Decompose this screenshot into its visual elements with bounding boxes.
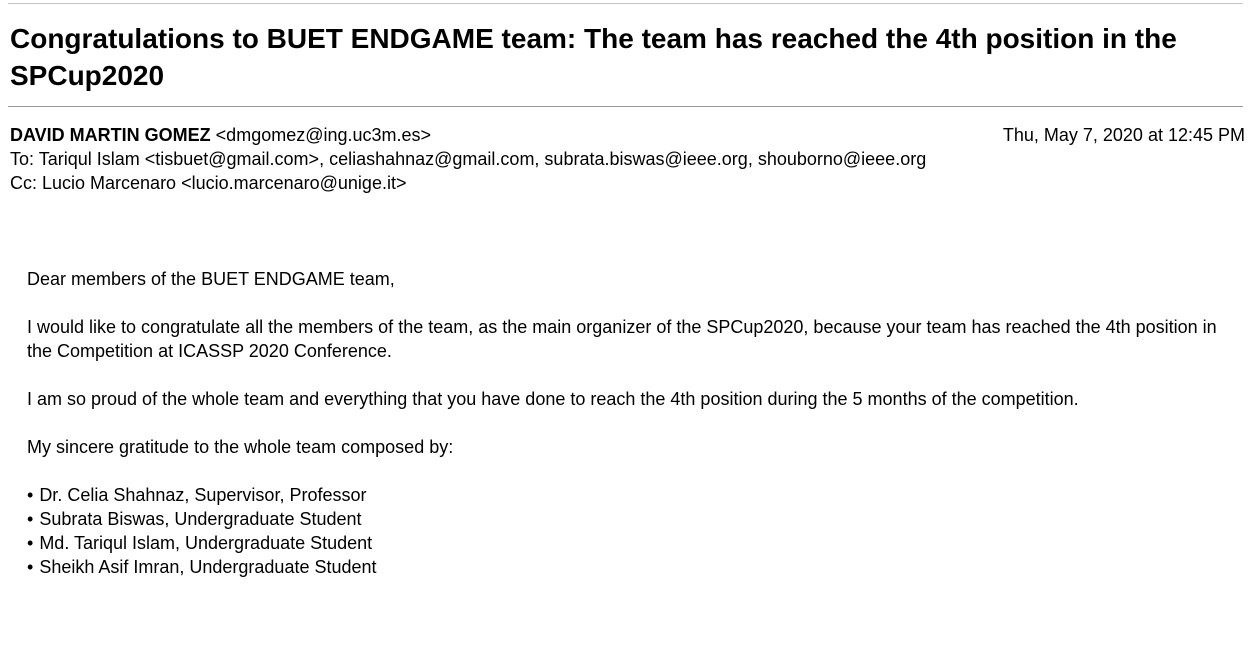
bullet-icon: •: [27, 533, 34, 553]
bullet-icon: •: [27, 509, 34, 529]
email-body: Dear members of the BUET ENDGAME team, I…: [27, 267, 1227, 579]
to-recipients: To: Tariqul Islam <tisbuet@gmail.com>, c…: [10, 149, 927, 169]
sender-email: <dmgomez@ing.uc3m.es>: [215, 125, 432, 145]
list-item: • Subrata Biswas, Undergraduate Student: [27, 507, 1227, 531]
team-member: Dr. Celia Shahnaz, Supervisor, Professor: [39, 485, 367, 505]
bullet-icon: •: [27, 557, 34, 577]
subject-divider: [8, 106, 1243, 107]
cc-recipients: Cc: Lucio Marcenaro <lucio.marcenaro@uni…: [10, 173, 407, 193]
from-row: DAVID MARTIN GOMEZ <dmgomez@ing.uc3m.es>…: [10, 123, 1245, 147]
team-member: Md. Tariqul Islam, Undergraduate Student: [39, 533, 373, 553]
email-header: DAVID MARTIN GOMEZ <dmgomez@ing.uc3m.es>…: [10, 123, 1245, 195]
body-paragraph-1: I would like to congratulate all the mem…: [27, 317, 1217, 361]
body-paragraph-3: My sincere gratitude to the whole team c…: [27, 437, 454, 457]
sender-name: DAVID MARTIN GOMEZ: [10, 125, 211, 145]
team-member: Sheikh Asif Imran, Undergraduate Student: [39, 557, 377, 577]
body-paragraph-2: I am so proud of the whole team and ever…: [27, 389, 1079, 409]
email-date: Thu, May 7, 2020 at 12:45 PM: [1002, 125, 1245, 145]
sender: DAVID MARTIN GOMEZ <dmgomez@ing.uc3m.es>: [10, 123, 431, 147]
top-divider: [8, 3, 1243, 4]
greeting: Dear members of the BUET ENDGAME team,: [27, 269, 395, 289]
bullet-icon: •: [27, 485, 34, 505]
list-item: • Md. Tariqul Islam, Undergraduate Studen…: [27, 531, 1227, 555]
team-member: Subrata Biswas, Undergraduate Student: [39, 509, 362, 529]
list-item: • Dr. Celia Shahnaz, Supervisor, Professo…: [27, 483, 1227, 507]
email-subject: Congratulations to BUET ENDGAME team: Th…: [10, 23, 1177, 91]
team-member-list: • Dr. Celia Shahnaz, Supervisor, Professo…: [27, 483, 1227, 579]
email-view: Congratulations to BUET ENDGAME team: Th…: [0, 0, 1251, 660]
list-item: • Sheikh Asif Imran, Undergraduate Studen…: [27, 555, 1227, 579]
